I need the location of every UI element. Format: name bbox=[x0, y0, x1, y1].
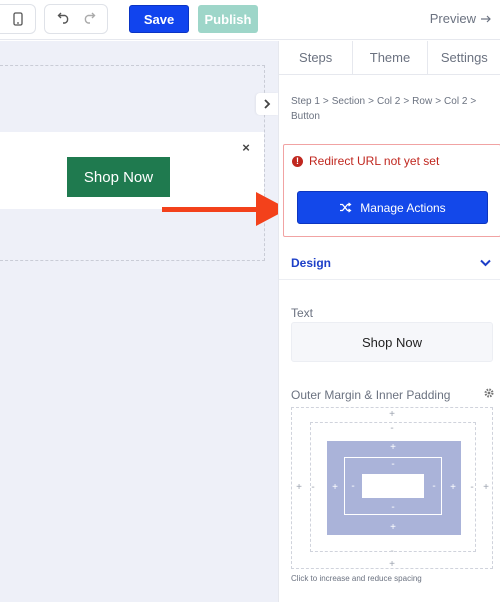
device-toggle-button[interactable] bbox=[0, 4, 36, 34]
shop-now-button[interactable]: Shop Now bbox=[67, 157, 170, 197]
padding-left-decrease[interactable]: - bbox=[348, 482, 358, 492]
content-area: - - - - bbox=[344, 457, 442, 515]
alert-message: ! Redirect URL not yet set bbox=[292, 154, 439, 168]
redirect-alert: ! Redirect URL not yet set Manage Action… bbox=[283, 144, 500, 237]
spacing-hint: Click to increase and reduce spacing bbox=[291, 574, 422, 583]
padding-bottom-increase[interactable]: + bbox=[388, 523, 398, 533]
margin-right-increase[interactable]: + bbox=[481, 483, 491, 493]
breadcrumb-item[interactable]: Section bbox=[332, 96, 365, 107]
settings-panel: Steps Theme Settings Step 1 > Section > Col … bbox=[278, 41, 500, 602]
alert-icon: ! bbox=[292, 155, 303, 167]
top-toolbar: Save Publish Preview bbox=[0, 0, 500, 40]
chevron-right-icon bbox=[264, 99, 271, 109]
padding-top-increase[interactable]: + bbox=[388, 443, 398, 453]
redo-icon bbox=[84, 12, 95, 24]
alert-text: Redirect URL not yet set bbox=[309, 154, 440, 168]
panel-collapse-button[interactable] bbox=[256, 93, 278, 115]
spacing-editor: + + + + - - - - + + + + - - - - bbox=[291, 407, 493, 570]
margin-bottom-increase[interactable]: + bbox=[387, 560, 397, 570]
panel-tabs: Steps Theme Settings bbox=[279, 41, 500, 75]
padding-right-decrease[interactable]: - bbox=[429, 482, 439, 492]
breadcrumb-item[interactable]: Row bbox=[412, 96, 432, 107]
breadcrumb: Step 1 > Section > Col 2 > Row > Col 2 > Button bbox=[291, 96, 477, 122]
breadcrumb-item[interactable]: Col 2 bbox=[444, 96, 467, 107]
save-button[interactable]: Save bbox=[129, 5, 189, 33]
text-label: Text bbox=[291, 306, 314, 320]
design-section-title: Design bbox=[291, 255, 332, 270]
manage-actions-button[interactable]: Manage Actions bbox=[297, 191, 488, 224]
selected-row[interactable]: Shop Now × bbox=[0, 132, 264, 209]
spacing-label: Outer Margin & Inner Padding bbox=[291, 388, 451, 402]
padding-left-increase[interactable]: + bbox=[330, 483, 340, 493]
tab-settings[interactable]: Settings bbox=[428, 41, 500, 74]
padding-right-increase[interactable]: + bbox=[448, 483, 458, 493]
shuffle-icon bbox=[340, 202, 352, 213]
annotation-arrow-shaft bbox=[162, 207, 260, 212]
editor-canvas[interactable]: Shop Now × bbox=[0, 41, 278, 602]
chevron-down-icon bbox=[480, 259, 491, 266]
margin-area: + + + + - - - - bbox=[310, 422, 476, 552]
tab-theme[interactable]: Theme bbox=[353, 41, 428, 74]
content-core bbox=[362, 474, 424, 498]
history-group bbox=[44, 4, 108, 34]
margin-top-increase[interactable]: + bbox=[387, 410, 397, 420]
undo-icon bbox=[57, 12, 68, 24]
preview-button[interactable]: Preview bbox=[430, 11, 492, 26]
tab-steps[interactable]: Steps bbox=[279, 41, 354, 74]
padding-area: + + + + - - - - bbox=[327, 441, 461, 535]
design-section-toggle[interactable]: Design bbox=[279, 246, 500, 280]
breadcrumb-item[interactable]: Col 2 bbox=[377, 96, 400, 107]
undo-button[interactable] bbox=[57, 10, 71, 29]
padding-bottom-decrease[interactable]: - bbox=[388, 503, 398, 513]
gear-icon[interactable] bbox=[483, 387, 495, 399]
breadcrumb-item: Button bbox=[291, 111, 320, 122]
margin-left-increase[interactable]: + bbox=[294, 483, 304, 493]
button-text-input[interactable]: Shop Now bbox=[291, 322, 493, 362]
close-icon[interactable]: × bbox=[239, 140, 253, 155]
mobile-icon bbox=[12, 12, 23, 26]
redo-button[interactable] bbox=[82, 10, 96, 29]
breadcrumb-item[interactable]: Step 1 bbox=[291, 96, 320, 107]
manage-actions-label: Manage Actions bbox=[360, 200, 446, 215]
arrow-right-icon bbox=[481, 15, 491, 22]
publish-button[interactable]: Publish bbox=[198, 5, 258, 33]
padding-top-decrease[interactable]: - bbox=[388, 460, 398, 470]
preview-label: Preview bbox=[429, 11, 476, 26]
